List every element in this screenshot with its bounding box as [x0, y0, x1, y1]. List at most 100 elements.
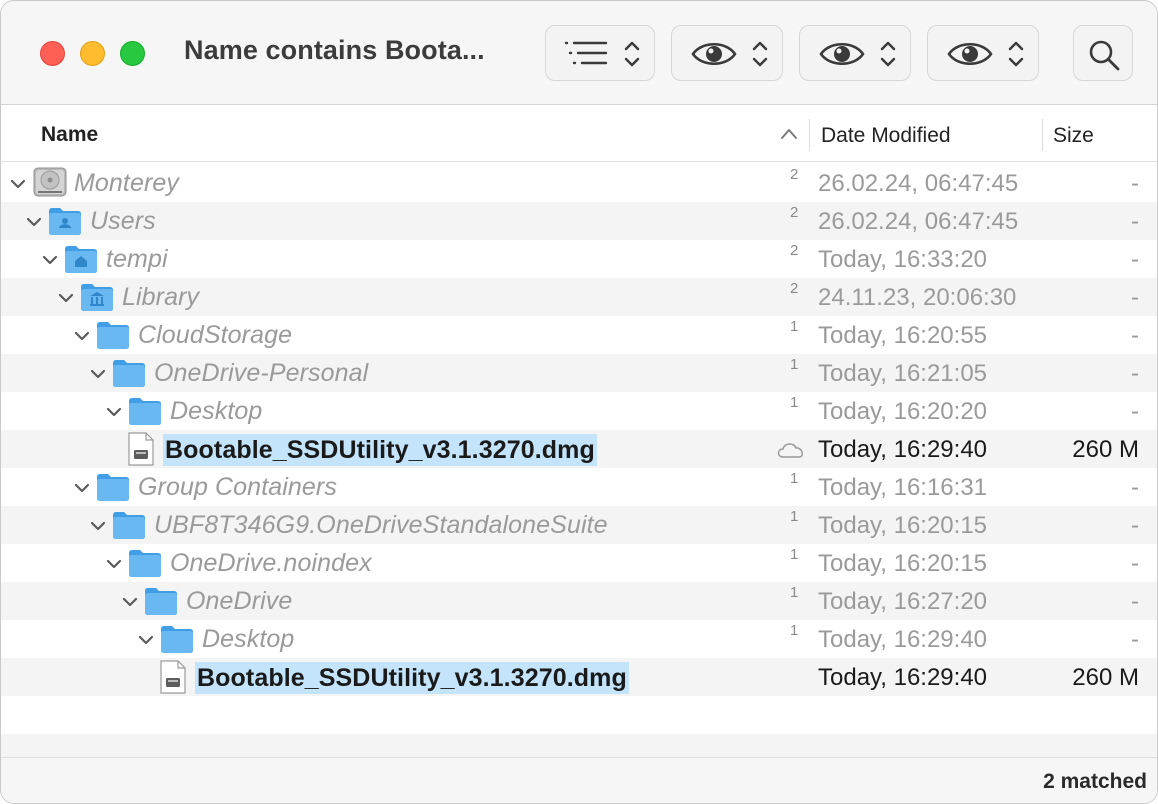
quick-look-button-3[interactable] — [927, 25, 1039, 81]
folder-row[interactable]: OneDrive 1 Today, 16:27:20 - — [1, 582, 1157, 620]
eye-icon — [819, 42, 865, 66]
disclosure-chevron-icon[interactable] — [74, 481, 90, 499]
disclosure-chevron-icon[interactable] — [74, 329, 90, 347]
column-separator[interactable] — [809, 119, 810, 151]
row-date-modified: Today, 16:29:40 — [818, 664, 988, 691]
status-bar: 2 matched — [1, 757, 1157, 803]
folder-icon — [144, 586, 178, 621]
window-title: Name contains Boota... — [184, 35, 485, 65]
item-count: 1 — [790, 546, 799, 563]
library-folder-icon — [80, 282, 114, 317]
folder-icon — [96, 320, 130, 355]
disclosure-chevron-icon[interactable] — [138, 633, 154, 651]
zoom-window-button[interactable] — [120, 41, 145, 66]
folder-row[interactable]: Desktop 1 Today, 16:20:20 - — [1, 392, 1157, 430]
size-column-header[interactable]: Size — [1053, 124, 1094, 148]
row-size: - — [1131, 284, 1139, 311]
folder-row[interactable]: UBF8T346G9.OneDriveStandaloneSuite 1 Today… — [1, 506, 1157, 544]
row-name: Group Containers — [138, 473, 337, 501]
folder-icon — [112, 510, 146, 545]
row-name: tempi — [106, 245, 168, 273]
file-row[interactable]: Bootable_SSDUtility_v3.1.3270.dmg Today, … — [1, 658, 1157, 696]
home-folder-icon — [64, 244, 98, 279]
row-name: UBF8T346G9.OneDriveStandaloneSuite — [154, 511, 608, 539]
row-size: - — [1131, 398, 1139, 425]
folder-row[interactable]: Group Containers 1 Today, 16:16:31 - — [1, 468, 1157, 506]
file-row[interactable]: Bootable_SSDUtility_v3.1.3270.dmg Today, … — [1, 430, 1157, 468]
item-count: 1 — [790, 318, 799, 335]
search-button[interactable] — [1073, 25, 1133, 81]
row-date-modified: Today, 16:16:31 — [818, 474, 988, 501]
folder-row[interactable]: Library 2 24.11.23, 20:06:30 - — [1, 278, 1157, 316]
hard-disk-icon — [32, 166, 68, 203]
disclosure-chevron-icon[interactable] — [90, 519, 106, 537]
row-name: Desktop — [202, 625, 295, 653]
chevron-up-down-icon — [624, 41, 640, 67]
column-separator[interactable] — [1042, 119, 1043, 151]
disclosure-chevron-icon[interactable] — [26, 215, 42, 233]
item-count: 1 — [790, 356, 799, 373]
folder-icon — [160, 624, 194, 659]
disclosure-chevron-icon[interactable] — [58, 291, 74, 309]
matched-count: 2 matched — [1043, 770, 1147, 793]
row-date-modified: Today, 16:20:55 — [818, 322, 988, 349]
item-count: 1 — [790, 622, 799, 639]
disclosure-chevron-icon[interactable] — [42, 253, 58, 271]
row-name: Users — [90, 207, 156, 235]
row-date-modified: Today, 16:20:15 — [818, 512, 988, 539]
date-modified-column-header[interactable]: Date Modified — [821, 124, 951, 148]
item-count: 1 — [790, 584, 799, 601]
item-count: 2 — [790, 280, 799, 297]
row-date-modified: Today, 16:20:20 — [818, 398, 988, 425]
view-options-button[interactable] — [545, 25, 655, 81]
folder-row[interactable]: Desktop 1 Today, 16:29:40 - — [1, 620, 1157, 658]
item-count: 1 — [790, 508, 799, 525]
row-size: - — [1131, 360, 1139, 387]
folder-row[interactable]: OneDrive.noindex 1 Today, 16:20:15 - — [1, 544, 1157, 582]
sort-ascending-icon[interactable] — [780, 127, 798, 141]
row-date-modified: Today, 16:29:40 — [818, 626, 988, 653]
name-column-header[interactable]: Name — [41, 123, 98, 147]
row-size: - — [1131, 474, 1139, 501]
folder-row[interactable]: tempi 2 Today, 16:33:20 - — [1, 240, 1157, 278]
search-icon — [1089, 40, 1120, 71]
row-size: - — [1131, 170, 1139, 197]
quick-look-button[interactable] — [671, 25, 783, 81]
row-date-modified: Today, 16:21:05 — [818, 360, 988, 387]
row-size: - — [1131, 246, 1139, 273]
item-count: 2 — [790, 204, 799, 221]
disclosure-chevron-icon[interactable] — [122, 595, 138, 613]
row-name: Library — [122, 283, 200, 311]
chevron-up-down-icon — [880, 41, 896, 67]
folder-icon — [128, 548, 162, 583]
item-count: 1 — [790, 394, 799, 411]
disk-image-file-icon — [159, 660, 187, 699]
folder-row[interactable]: CloudStorage 1 Today, 16:20:55 - — [1, 316, 1157, 354]
toolbar: Name contains Boota... — [1, 1, 1157, 105]
disclosure-chevron-icon[interactable] — [106, 557, 122, 575]
row-date-modified: Today, 16:29:40 — [818, 436, 988, 463]
disclosure-chevron-icon[interactable] — [106, 405, 122, 423]
minimize-window-button[interactable] — [80, 41, 105, 66]
close-window-button[interactable] — [40, 41, 65, 66]
disk-image-file-icon — [127, 432, 155, 471]
disclosure-chevron-icon[interactable] — [10, 177, 26, 195]
row-name: OneDrive-Personal — [154, 359, 369, 387]
folder-icon — [128, 396, 162, 431]
folder-row[interactable]: Users 2 26.02.24, 06:47:45 - — [1, 202, 1157, 240]
item-count: 2 — [790, 242, 799, 259]
row-date-modified: 26.02.24, 06:47:45 — [818, 208, 1019, 235]
row-name: Desktop — [170, 397, 263, 425]
folder-row[interactable]: Monterey 2 26.02.24, 06:47:45 - — [1, 164, 1157, 202]
quick-look-button-2[interactable] — [799, 25, 911, 81]
item-count: 1 — [790, 470, 799, 487]
disclosure-chevron-icon[interactable] — [90, 367, 106, 385]
folder-icon — [112, 358, 146, 393]
cloud-icon[interactable] — [775, 439, 807, 464]
row-name: OneDrive.noindex — [170, 549, 372, 577]
empty-row — [1, 696, 1157, 734]
row-size: - — [1131, 626, 1139, 653]
row-date-modified: Today, 16:33:20 — [818, 246, 988, 273]
row-size: 260 M — [1072, 436, 1139, 463]
folder-row[interactable]: OneDrive-Personal 1 Today, 16:21:05 - — [1, 354, 1157, 392]
